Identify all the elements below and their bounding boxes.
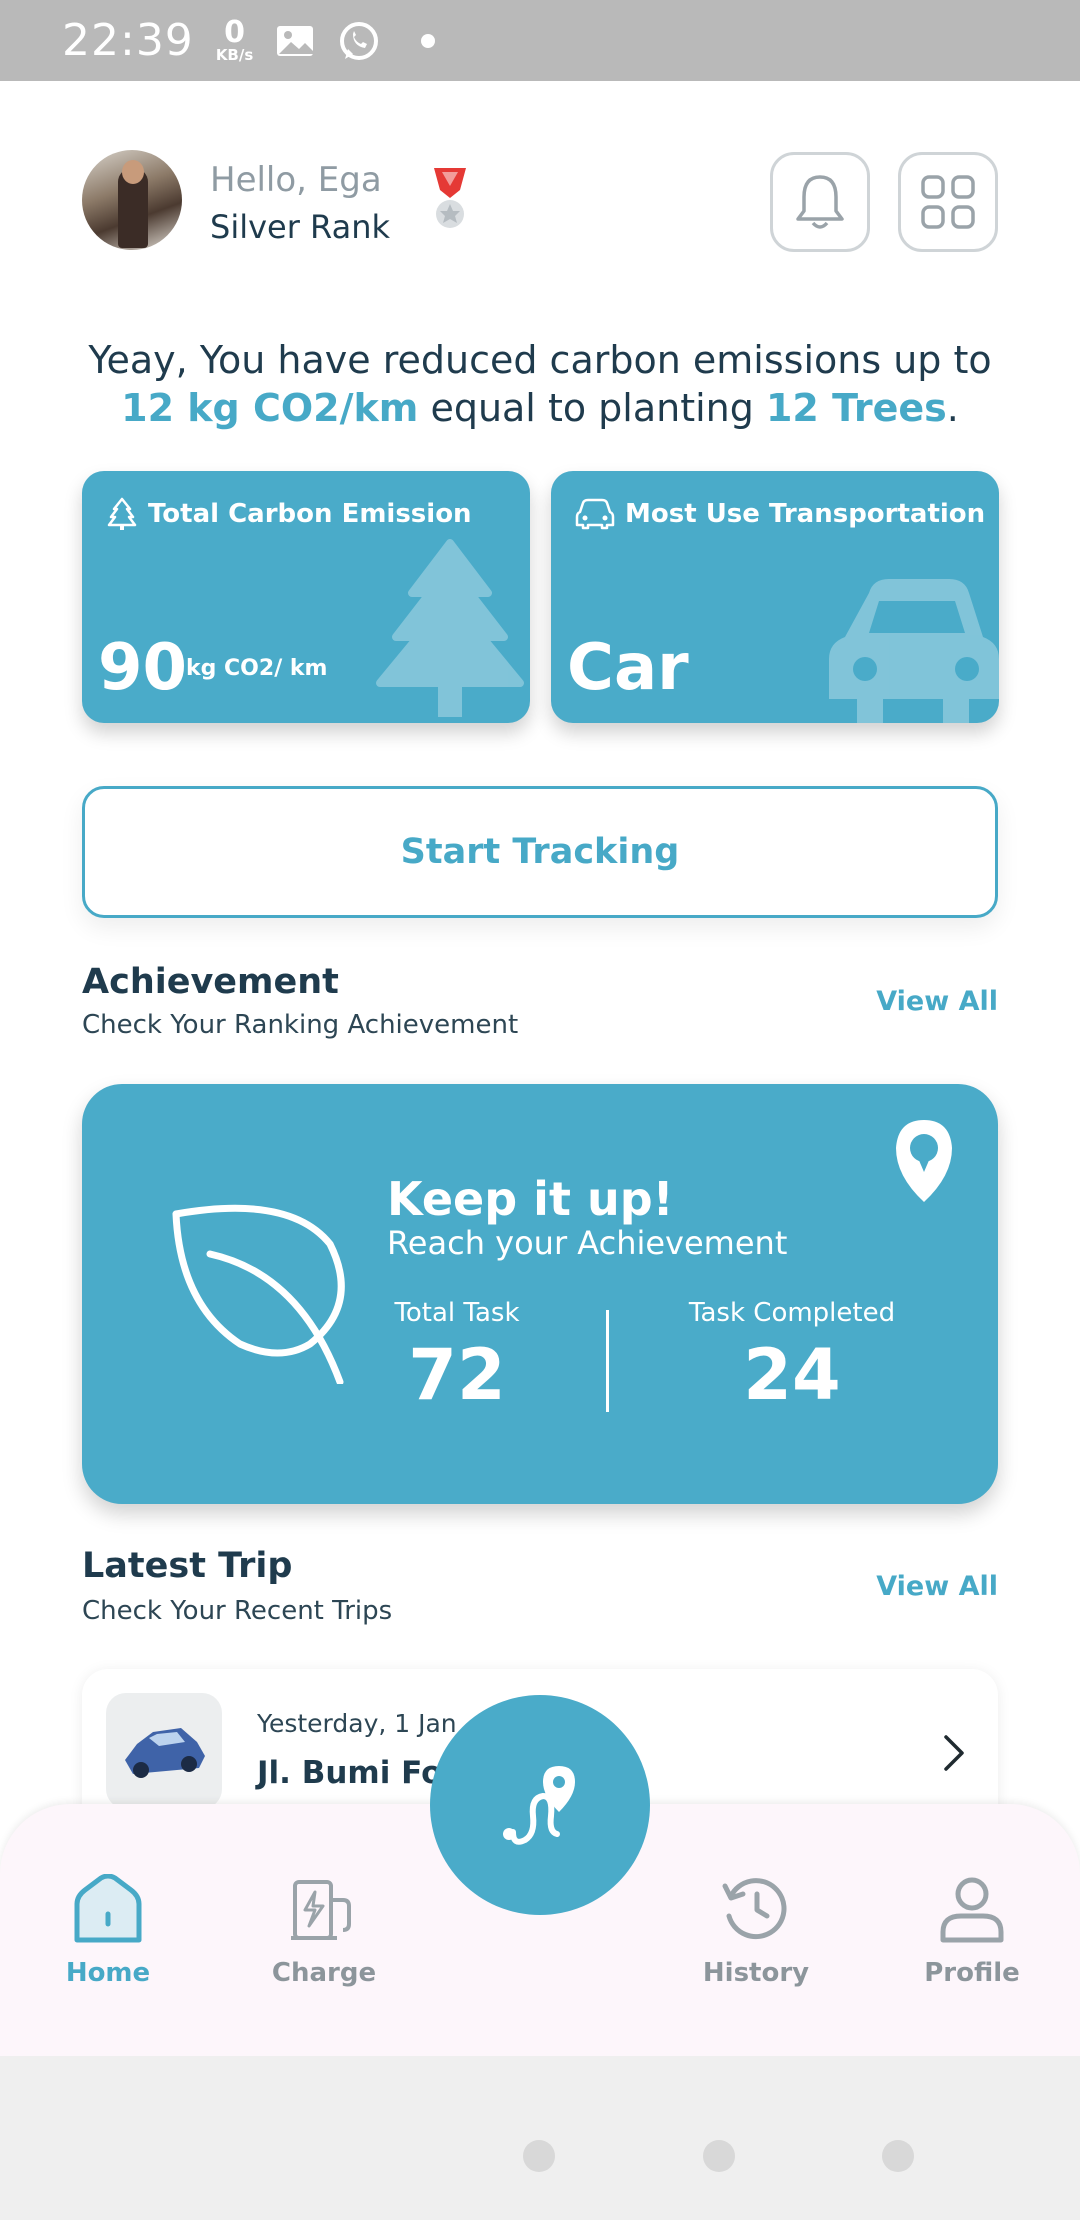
latest-trip-subtitle: Check Your Recent Trips <box>82 1596 393 1626</box>
nav-charge[interactable]: Charge <box>254 1874 394 1988</box>
emission-mid-text: equal to planting <box>418 386 766 430</box>
total-task-block: Total Task 72 <box>387 1298 527 1416</box>
charging-station-icon <box>291 1880 351 1940</box>
tree-icon <box>107 497 137 530</box>
total-emission-label: Total Carbon Emission <box>148 499 472 529</box>
bell-icon <box>796 175 844 229</box>
task-completed-label: Task Completed <box>688 1298 896 1328</box>
most-use-transport-value: Car <box>567 631 689 705</box>
most-use-transport-card[interactable]: Most Use Transportation Car <box>551 471 999 723</box>
achievement-card[interactable]: Keep it up! Reach your Achievement Total… <box>82 1084 998 1504</box>
rank-text: Silver Rank <box>210 208 390 246</box>
car-watermark-icon <box>829 579 999 723</box>
nav-profile[interactable]: Profile <box>902 1874 1042 1988</box>
most-use-transport-title: Most Use Transportation <box>575 497 985 531</box>
gallery-icon <box>277 25 314 56</box>
notification-dot <box>421 33 436 48</box>
emission-summary: Yeay, You have reduced carbon emissions … <box>40 336 1040 432</box>
trees-value: 12 Trees <box>765 386 947 430</box>
network-speed-value: 0 <box>224 15 245 50</box>
trip-date: Yesterday, 1 Jan <box>257 1709 457 1738</box>
grid-icon <box>921 175 975 229</box>
achievement-view-all-link[interactable]: View All <box>876 986 998 1017</box>
menu-grid-button[interactable] <box>898 152 998 252</box>
greeting-block: Hello, Ega Silver Rank <box>210 160 390 246</box>
emission-end-text: . <box>946 386 959 430</box>
start-tracking-button[interactable]: Start Tracking <box>82 786 998 918</box>
header: Hello, Ega Silver Rank <box>82 150 998 255</box>
system-navigation-bar <box>0 2056 1080 2220</box>
network-speed: 0 KB/s <box>216 18 253 63</box>
status-time: 22:39 <box>62 15 194 66</box>
notification-button[interactable] <box>770 152 870 252</box>
status-bar: 22:39 0 KB/s <box>0 0 1080 81</box>
emission-summary-line1: Yeay, You have reduced carbon emissions … <box>88 338 992 382</box>
emission-summary-line2: 12 kg CO2/km equal to planting 12 Trees. <box>40 384 1040 432</box>
nav-home[interactable]: Home <box>38 1873 178 1988</box>
nav-home-label: Home <box>65 1958 151 1988</box>
chevron-right-icon <box>944 1735 964 1771</box>
achievement-headline: Keep it up! <box>387 1172 674 1226</box>
total-task-value: 72 <box>408 1334 506 1416</box>
profile-icon <box>940 1877 1004 1943</box>
task-completed-block: Task Completed 24 <box>682 1298 902 1416</box>
achievement-subtitle: Check Your Ranking Achievement <box>82 1010 519 1040</box>
route-fab-button[interactable] <box>430 1695 650 1915</box>
total-emission-title: Total Carbon Emission <box>106 497 472 531</box>
car-icon <box>575 498 615 530</box>
medal-icon <box>434 168 466 228</box>
most-use-transport-label: Most Use Transportation <box>625 499 986 529</box>
total-emission-value: 90 <box>98 631 188 705</box>
home-icon <box>74 1873 142 1943</box>
system-nav-home[interactable] <box>703 2140 735 2172</box>
total-emission-unit: kg CO2/ km <box>186 656 328 681</box>
achievement-subheadline: Reach your Achievement <box>387 1224 788 1262</box>
achievement-title: Achievement <box>82 962 339 1002</box>
whatsapp-icon <box>340 21 379 60</box>
tree-watermark-icon <box>376 539 524 717</box>
total-task-label: Total Task <box>394 1298 520 1328</box>
latest-trip-view-all-link[interactable]: View All <box>876 1571 998 1602</box>
achievement-badge-icon <box>896 1120 952 1202</box>
nav-charge-label: Charge <box>271 1958 377 1988</box>
history-icon <box>722 1878 787 1940</box>
car-illustration-icon <box>125 1728 205 1778</box>
nav-profile-label: Profile <box>924 1958 1020 1988</box>
system-nav-back[interactable] <box>523 2140 555 2172</box>
network-speed-unit: KB/s <box>215 46 254 64</box>
task-completed-value: 24 <box>743 1334 841 1416</box>
stat-divider <box>606 1310 609 1412</box>
nav-history[interactable]: History <box>686 1874 826 1988</box>
emission-value: 12 kg CO2/km <box>121 386 419 430</box>
latest-trip-title: Latest Trip <box>82 1546 293 1586</box>
greeting-text: Hello, Ega <box>210 160 382 200</box>
trip-vehicle-thumbnail <box>106 1693 222 1809</box>
avatar[interactable] <box>82 150 182 250</box>
route-pin-icon <box>503 1766 575 1845</box>
total-emission-card[interactable]: Total Carbon Emission 90 kg CO2/ km <box>82 471 530 723</box>
nav-history-label: History <box>702 1958 810 1988</box>
leaf-icon <box>172 1204 345 1384</box>
system-nav-recent[interactable] <box>882 2140 914 2172</box>
